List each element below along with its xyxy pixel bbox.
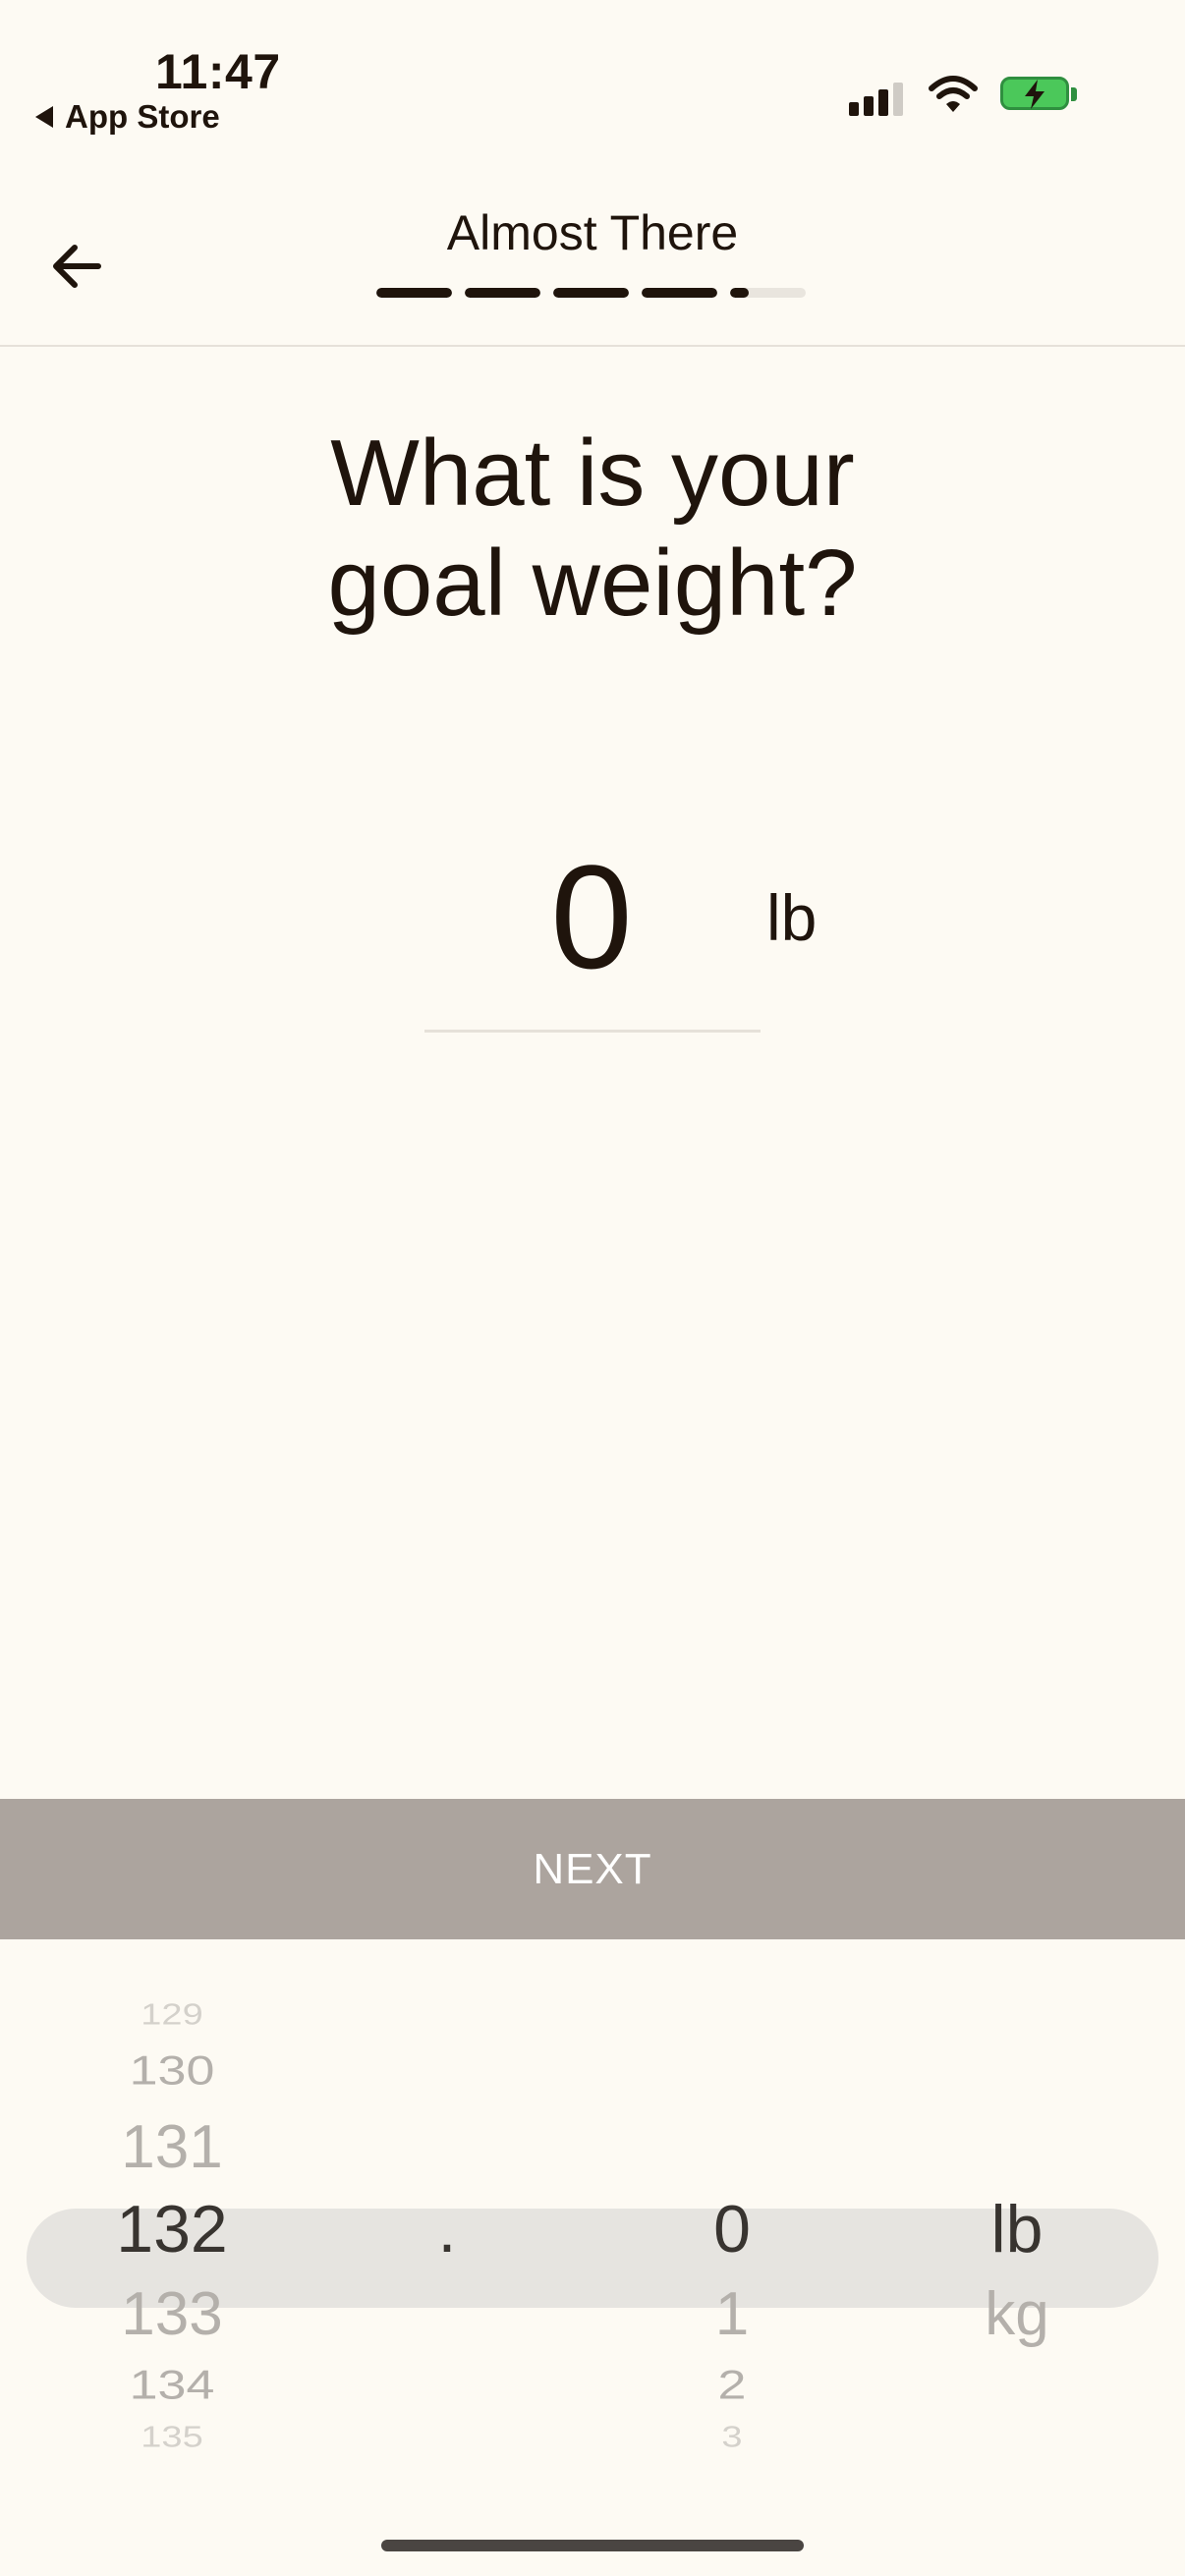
weight-unit: lb xyxy=(766,881,818,954)
battery-charging-icon xyxy=(1000,77,1079,114)
picker-decimal-option[interactable]: 2 xyxy=(629,2362,835,2409)
picker-unit-option-selected[interactable]: lb xyxy=(914,2191,1120,2268)
progress-segment xyxy=(553,288,629,298)
wifi-icon xyxy=(929,76,978,112)
value-underline xyxy=(424,1030,761,1033)
back-to-app-store[interactable]: App Store xyxy=(35,98,220,136)
picker-whole-option[interactable]: 135 xyxy=(59,2421,285,2454)
header-divider xyxy=(0,345,1185,347)
picker-whole-option[interactable]: 131 xyxy=(59,2112,285,2182)
progress-segment xyxy=(642,288,717,298)
cellular-signal-icon xyxy=(849,81,906,116)
progress-segment xyxy=(730,288,806,298)
picker-decimal-option[interactable]: 1 xyxy=(629,2279,835,2349)
picker-unit-option[interactable]: kg xyxy=(914,2279,1120,2349)
progress-segment xyxy=(465,288,540,298)
question-line-1: What is your xyxy=(330,420,855,526)
progress-segment xyxy=(376,288,452,298)
picker-column-decimal[interactable]: 0 1 2 3 xyxy=(629,1985,835,2525)
picker-whole-option[interactable]: 133 xyxy=(59,2279,285,2349)
picker-decimal-separator: . xyxy=(437,2192,457,2267)
weight-value: 0 xyxy=(550,834,633,999)
picker-column-unit[interactable]: lb kg xyxy=(914,1985,1120,2525)
progress-bar xyxy=(376,288,807,298)
picker-whole-option[interactable]: 130 xyxy=(59,2047,285,2095)
question-title: What is your goal weight? xyxy=(0,419,1185,639)
header-title: Almost There xyxy=(446,205,739,260)
weight-picker[interactable]: 129 130 131 132 133 134 135 . 0 1 2 3 lb kg xyxy=(0,1985,1185,2525)
picker-whole-option-selected[interactable]: 132 xyxy=(59,2191,285,2268)
picker-column-separator: . xyxy=(393,1985,501,2525)
question-line-2: goal weight? xyxy=(327,531,858,636)
back-app-label: App Store xyxy=(65,98,220,135)
status-time: 11:47 xyxy=(155,44,281,99)
picker-column-whole[interactable]: 129 130 131 132 133 134 135 xyxy=(59,1985,285,2525)
next-button[interactable]: NEXT xyxy=(0,1799,1185,1939)
picker-decimal-option[interactable]: 3 xyxy=(629,2421,835,2454)
back-triangle-icon xyxy=(35,106,53,128)
picker-whole-option[interactable]: 129 xyxy=(59,1998,285,2032)
picker-decimal-option-selected[interactable]: 0 xyxy=(629,2191,835,2268)
home-indicator xyxy=(381,2540,804,2551)
picker-whole-option[interactable]: 134 xyxy=(59,2362,285,2409)
